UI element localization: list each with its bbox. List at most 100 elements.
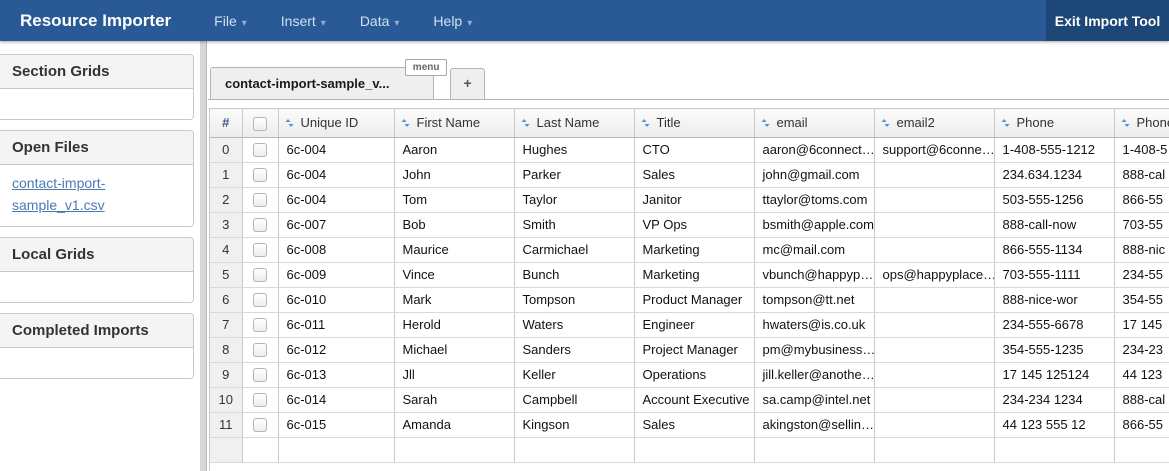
exit-import-tool-button[interactable]: Exit Import Tool — [1046, 0, 1169, 41]
grid-cell[interactable]: Jll — [394, 362, 514, 387]
grid-cell[interactable]: Sales — [634, 162, 754, 187]
grid-cell[interactable]: Tom — [394, 187, 514, 212]
grid-cell[interactable]: bsmith@apple.com — [754, 212, 874, 237]
grid-cell[interactable] — [394, 437, 514, 462]
menu-help[interactable]: Help▾ — [416, 13, 489, 29]
grid-cell[interactable]: 6c-007 — [278, 212, 394, 237]
grid-cell[interactable] — [754, 437, 874, 462]
grid-cell[interactable]: Kingson — [514, 412, 634, 437]
add-tab-button[interactable]: + — [450, 68, 484, 99]
grid-cell[interactable]: 888-cal — [1114, 387, 1169, 412]
grid-cell[interactable]: 234-55 — [1114, 262, 1169, 287]
grid-cell[interactable]: Maurice — [394, 237, 514, 262]
grid-cell[interactable] — [874, 362, 994, 387]
grid-cell[interactable]: john@gmail.com — [754, 162, 874, 187]
row-checkbox[interactable] — [253, 418, 267, 432]
grid-cell[interactable]: 6c-008 — [278, 237, 394, 262]
grid-cell[interactable]: 17 145 — [1114, 312, 1169, 337]
grid-cell[interactable]: 6c-004 — [278, 137, 394, 162]
grid-cell[interactable]: 234-234 1234 — [994, 387, 1114, 412]
grid-cell[interactable] — [514, 437, 634, 462]
column-header-select[interactable] — [242, 109, 278, 138]
menu-file[interactable]: File▾ — [197, 13, 264, 29]
grid-cell[interactable]: 866-55 — [1114, 187, 1169, 212]
grid-cell[interactable]: VP Ops — [634, 212, 754, 237]
grid-cell[interactable]: 503-555-1256 — [994, 187, 1114, 212]
grid-cell[interactable]: 866-555-1134 — [994, 237, 1114, 262]
column-header-first_name[interactable]: First Name — [394, 109, 514, 138]
grid-cell[interactable]: ops@happyplace… — [874, 262, 994, 287]
column-header-email[interactable]: email — [754, 109, 874, 138]
grid-cell[interactable]: 888-call-now — [994, 212, 1114, 237]
grid-cell[interactable]: Marketing — [634, 237, 754, 262]
grid-cell[interactable] — [994, 437, 1114, 462]
grid-cell[interactable]: Vince — [394, 262, 514, 287]
grid-cell[interactable]: ttaylor@toms.com — [754, 187, 874, 212]
grid-cell[interactable]: Carmichael — [514, 237, 634, 262]
grid-cell[interactable]: Waters — [514, 312, 634, 337]
tab-active-file[interactable]: contact-import-sample_v... menu — [210, 67, 434, 99]
grid-cell[interactable]: 6c-013 — [278, 362, 394, 387]
grid-cell[interactable]: 234.634.1234 — [994, 162, 1114, 187]
grid-cell[interactable]: sa.camp@intel.net — [754, 387, 874, 412]
grid-cell[interactable]: Herold — [394, 312, 514, 337]
grid-cell[interactable]: John — [394, 162, 514, 187]
grid-cell[interactable]: Smith — [514, 212, 634, 237]
row-checkbox[interactable] — [253, 343, 267, 357]
grid-cell[interactable]: akingston@sellin… — [754, 412, 874, 437]
row-checkbox[interactable] — [253, 318, 267, 332]
row-checkbox[interactable] — [253, 168, 267, 182]
row-checkbox[interactable] — [253, 193, 267, 207]
tab-menu-button[interactable]: menu — [405, 59, 448, 76]
grid-cell[interactable]: 888-nice-wor — [994, 287, 1114, 312]
grid-cell[interactable]: Janitor — [634, 187, 754, 212]
grid-cell[interactable] — [874, 162, 994, 187]
grid-cell[interactable]: CTO — [634, 137, 754, 162]
grid-cell[interactable] — [634, 437, 754, 462]
grid-cell[interactable]: 354-555-1235 — [994, 337, 1114, 362]
grid-cell[interactable]: Product Manager — [634, 287, 754, 312]
menu-insert[interactable]: Insert▾ — [264, 13, 343, 29]
column-header-title[interactable]: Title — [634, 109, 754, 138]
grid-cell[interactable] — [874, 237, 994, 262]
grid-cell[interactable]: Amanda — [394, 412, 514, 437]
grid-cell[interactable]: mc@mail.com — [754, 237, 874, 262]
row-checkbox[interactable] — [253, 143, 267, 157]
column-header-phone2[interactable]: Phone — [1114, 109, 1169, 138]
row-checkbox[interactable] — [253, 393, 267, 407]
grid-cell[interactable]: 1-408-555-1212 — [994, 137, 1114, 162]
open-files-header[interactable]: Open Files — [0, 131, 193, 165]
completed-imports-header[interactable]: Completed Imports — [0, 314, 193, 348]
grid-cell[interactable]: Taylor — [514, 187, 634, 212]
grid-cell[interactable]: Engineer — [634, 312, 754, 337]
grid-cell[interactable] — [874, 312, 994, 337]
grid-cell[interactable]: Marketing — [634, 262, 754, 287]
grid-cell[interactable]: pm@mybusiness… — [754, 337, 874, 362]
grid-cell[interactable]: 354-55 — [1114, 287, 1169, 312]
row-checkbox[interactable] — [253, 218, 267, 232]
row-checkbox[interactable] — [253, 368, 267, 382]
grid-cell[interactable]: tompson@tt.net — [754, 287, 874, 312]
grid-cell[interactable]: jill.keller@anothe… — [754, 362, 874, 387]
grid-cell[interactable]: 6c-011 — [278, 312, 394, 337]
grid-cell[interactable]: 888-nic — [1114, 237, 1169, 262]
grid-cell[interactable]: vbunch@happyp… — [754, 262, 874, 287]
section-grids-header[interactable]: Section Grids — [0, 55, 193, 89]
row-checkbox[interactable] — [253, 243, 267, 257]
local-grids-header[interactable]: Local Grids — [0, 238, 193, 272]
grid-cell[interactable]: support@6conne… — [874, 137, 994, 162]
grid-cell[interactable] — [874, 212, 994, 237]
grid-cell[interactable] — [874, 287, 994, 312]
column-header-email2[interactable]: email2 — [874, 109, 994, 138]
column-header-last_name[interactable]: Last Name — [514, 109, 634, 138]
grid-cell[interactable]: 6c-014 — [278, 387, 394, 412]
grid-cell[interactable] — [874, 412, 994, 437]
grid-cell[interactable]: 6c-009 — [278, 262, 394, 287]
grid-cell[interactable]: 6c-010 — [278, 287, 394, 312]
grid-cell[interactable]: Sarah — [394, 387, 514, 412]
grid-cell[interactable]: 703-555-1111 — [994, 262, 1114, 287]
grid-cell[interactable]: Bob — [394, 212, 514, 237]
grid-cell[interactable]: 234-23 — [1114, 337, 1169, 362]
grid-cell[interactable]: Aaron — [394, 137, 514, 162]
grid-cell[interactable]: Tompson — [514, 287, 634, 312]
